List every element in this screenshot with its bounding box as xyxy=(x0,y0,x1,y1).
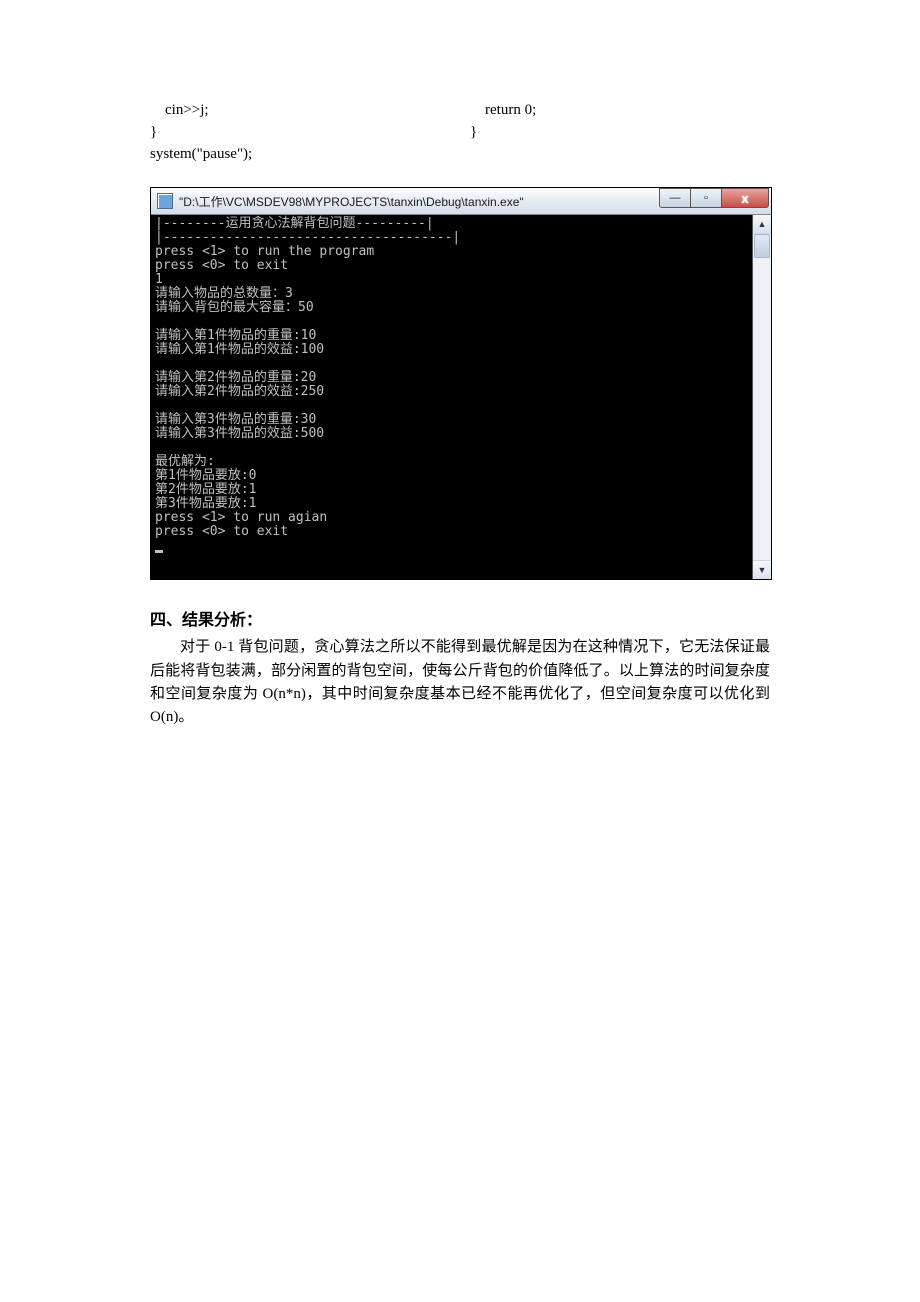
console-body-wrap: |--------运用贪心法解背包问题---------| |---------… xyxy=(151,215,771,579)
minimize-button[interactable]: — xyxy=(659,188,691,208)
analysis-paragraph: 对于 0-1 背包问题，贪心算法之所以不能得到最优解是因为在这种情况下，它无法保… xyxy=(150,636,770,729)
section-heading: 四、结果分析： xyxy=(150,606,770,630)
console-output: |--------运用贪心法解背包问题---------| |---------… xyxy=(151,215,752,579)
scroll-track[interactable] xyxy=(753,234,771,560)
code-column-left: cin>>j; } system("pause"); xyxy=(150,100,470,165)
scrollbar[interactable]: ▲ ▼ xyxy=(752,215,771,579)
minimize-icon: — xyxy=(670,192,681,204)
app-icon xyxy=(157,193,173,209)
titlebar[interactable]: "D:\工作\VC\MSDEV98\MYPROJECTS\tanxin\Debu… xyxy=(151,188,771,215)
maximize-button[interactable]: ▫ xyxy=(691,188,722,208)
chevron-down-icon: ▼ xyxy=(758,565,767,575)
scroll-thumb[interactable] xyxy=(754,234,770,258)
maximize-icon: ▫ xyxy=(704,192,708,204)
cursor xyxy=(155,550,163,553)
window-title: "D:\工作\VC\MSDEV98\MYPROJECTS\tanxin\Debu… xyxy=(179,193,659,210)
window-controls: — ▫ x xyxy=(659,188,769,214)
close-icon: x xyxy=(741,191,748,206)
console-window: "D:\工作\VC\MSDEV98\MYPROJECTS\tanxin\Debu… xyxy=(150,187,772,580)
code-snippet-block: cin>>j; } system("pause"); return 0; } xyxy=(150,100,770,165)
chevron-up-icon: ▲ xyxy=(758,219,767,229)
close-button[interactable]: x xyxy=(722,188,769,208)
code-column-right: return 0; } xyxy=(470,100,770,165)
document-page: cin>>j; } system("pause"); return 0; } "… xyxy=(0,0,920,789)
scroll-down-button[interactable]: ▼ xyxy=(753,560,771,579)
scroll-up-button[interactable]: ▲ xyxy=(753,215,771,234)
